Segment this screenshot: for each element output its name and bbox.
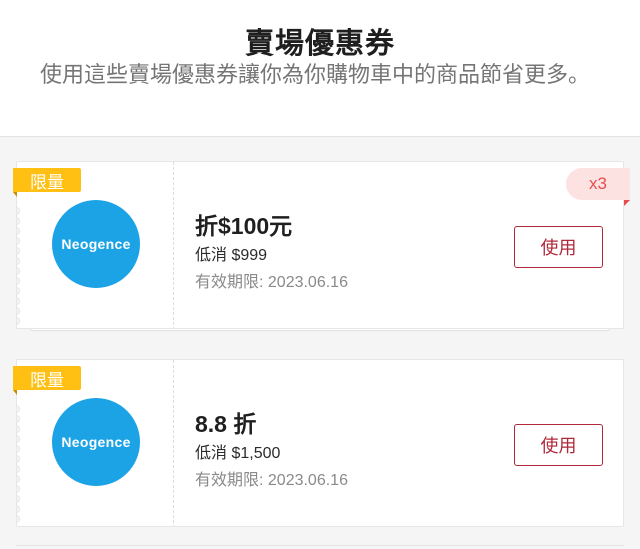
brand-logo: Neogence	[52, 398, 140, 486]
coupon-body: Neogence 8.8 折 低消 $1,500 有效期限: 2023.06.1…	[16, 359, 624, 527]
brand-name: Neogence	[61, 236, 131, 252]
coupon-expiry: 有效期限: 2023.06.16	[195, 274, 348, 291]
coupon-info: 折$100元 低消 $999 有效期限: 2023.06.16	[195, 162, 495, 328]
coupon-min-spend: 低消 $1,500	[195, 445, 281, 462]
coupon-discount: 8.8 折	[195, 411, 257, 437]
limited-badge: 限量	[13, 366, 81, 395]
coupon-discount: 折$100元	[195, 213, 293, 239]
divider	[16, 545, 624, 546]
coupon-expiry: 有效期限: 2023.06.16	[195, 472, 348, 489]
brand-logo: Neogence	[52, 200, 140, 288]
coupon-card: Neogence 折$100元 低消 $999 有效期限: 2023.06.16…	[13, 161, 630, 331]
use-coupon-button[interactable]: 使用	[514, 424, 603, 466]
page-header: 賣場優惠券 使用這些賣場優惠券讓你為你購物車中的商品節省更多。	[0, 0, 640, 137]
brand-name: Neogence	[61, 434, 131, 450]
quantity-badge: x3	[566, 168, 630, 206]
page-subtitle: 使用這些賣場優惠券讓你為你購物車中的商品節省更多。	[40, 63, 591, 88]
coupon-body: Neogence 折$100元 低消 $999 有效期限: 2023.06.16…	[16, 161, 624, 329]
coupon-card: Neogence 8.8 折 低消 $1,500 有效期限: 2023.06.1…	[13, 359, 624, 529]
limited-badge: 限量	[13, 168, 81, 197]
page-title: 賣場優惠券	[244, 26, 395, 60]
use-coupon-button[interactable]: 使用	[514, 226, 603, 268]
coupon-min-spend: 低消 $999	[195, 247, 268, 264]
coupon-info: 8.8 折 低消 $1,500 有效期限: 2023.06.16	[195, 360, 495, 526]
coupon-page: 賣場優惠券 使用這些賣場優惠券讓你為你購物車中的商品節省更多。 Neogence…	[0, 0, 640, 549]
coupon-list: Neogence 折$100元 低消 $999 有效期限: 2023.06.16…	[0, 137, 640, 549]
